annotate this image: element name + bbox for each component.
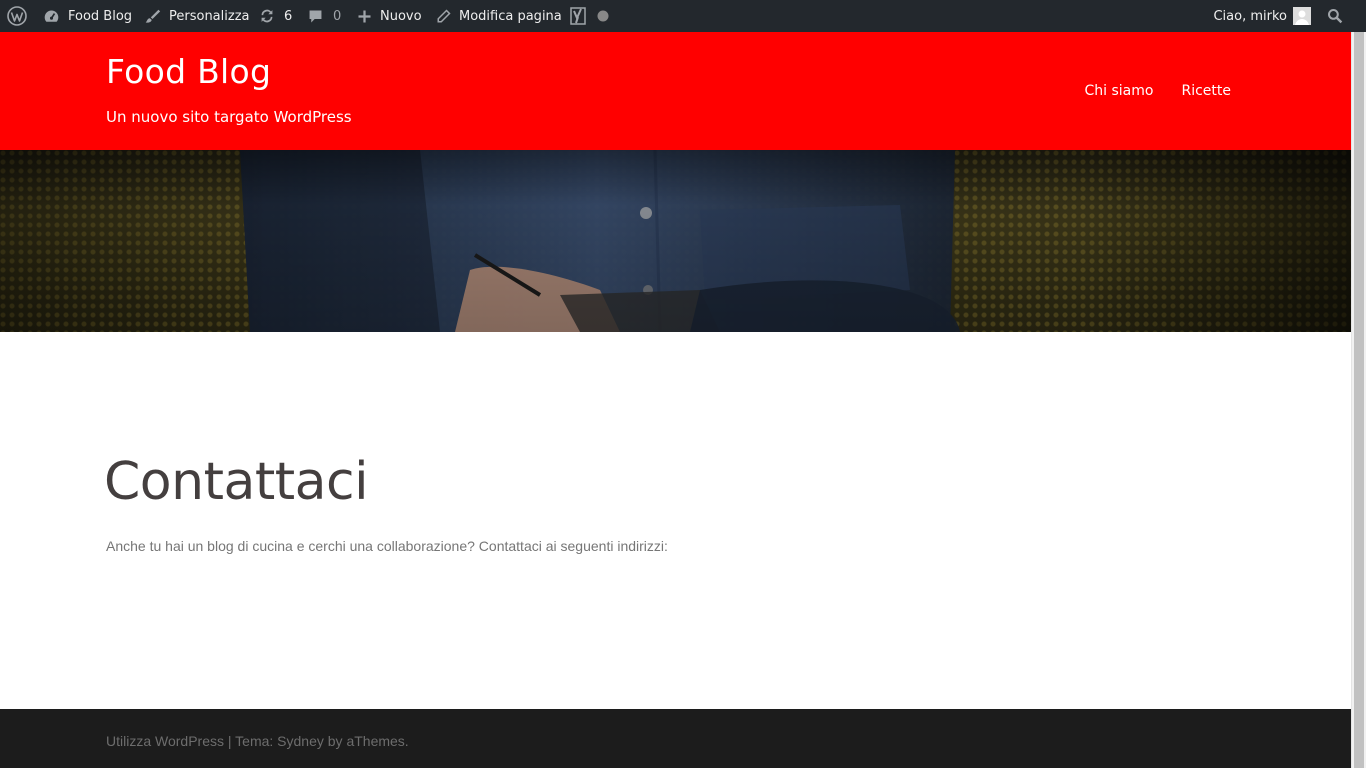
search-icon[interactable] xyxy=(1327,0,1343,32)
new-content-menu[interactable]: Nuovo xyxy=(357,0,422,32)
updates-menu[interactable]: 6 xyxy=(258,0,292,32)
dashboard-icon xyxy=(43,8,60,25)
avatar xyxy=(1293,7,1311,25)
comment-icon xyxy=(307,8,324,25)
footer-credits: Utilizza WordPress | Tema: Sydney by aTh… xyxy=(106,733,409,749)
edit-page-link[interactable]: Modifica pagina xyxy=(436,0,562,32)
site-header: Food Blog Un nuovo sito targato WordPres… xyxy=(0,32,1351,150)
edit-page-label: Modifica pagina xyxy=(459,8,562,24)
wordpress-logo-icon[interactable] xyxy=(7,0,27,32)
site-name-label: Food Blog xyxy=(68,8,133,24)
updates-icon xyxy=(258,7,276,25)
nav-item-chi-siamo[interactable]: Chi siamo xyxy=(1085,83,1154,99)
customize-label: Personalizza xyxy=(169,8,250,24)
admin-bar: Food Blog Personalizza 6 0 Nuovo Modific… xyxy=(0,0,1366,32)
customize-menu[interactable]: Personalizza xyxy=(144,0,250,32)
greeting-label: Ciao, mirko xyxy=(1213,8,1287,24)
footer-separator: | xyxy=(224,733,236,749)
page-title: Contattaci xyxy=(104,452,369,512)
footer-theme-credit: Tema: Sydney by aThemes. xyxy=(235,733,409,749)
nav-item-ricette[interactable]: Ricette xyxy=(1181,83,1231,99)
site-footer: Utilizza WordPress | Tema: Sydney by aTh… xyxy=(0,709,1351,768)
main-navigation: Chi siamo Ricette xyxy=(1085,83,1232,99)
updates-count: 6 xyxy=(284,8,293,24)
new-label: Nuovo xyxy=(380,8,422,24)
plus-icon xyxy=(357,9,372,24)
yoast-seo-menu[interactable] xyxy=(569,0,609,32)
site-title[interactable]: Food Blog xyxy=(106,52,271,91)
footer-wordpress-link[interactable]: Utilizza WordPress xyxy=(106,733,224,749)
page-scrollbar[interactable] xyxy=(1351,32,1366,768)
header-image xyxy=(0,150,1351,332)
site-name-menu[interactable]: Food Blog xyxy=(43,0,132,32)
seo-status-dot-icon xyxy=(597,10,609,22)
yoast-icon xyxy=(569,6,587,26)
scrollbar-thumb[interactable] xyxy=(1354,32,1364,768)
site-tagline: Un nuovo sito targato WordPress xyxy=(106,108,352,126)
my-account-menu[interactable]: Ciao, mirko xyxy=(1213,0,1311,32)
hero-overlay xyxy=(0,150,1351,332)
page-content-text: Anche tu hai un blog di cucina e cerchi … xyxy=(106,538,668,554)
comments-menu[interactable]: 0 xyxy=(307,0,341,32)
pencil-icon xyxy=(436,8,451,24)
brush-icon xyxy=(144,8,161,25)
comments-count: 0 xyxy=(333,8,342,24)
